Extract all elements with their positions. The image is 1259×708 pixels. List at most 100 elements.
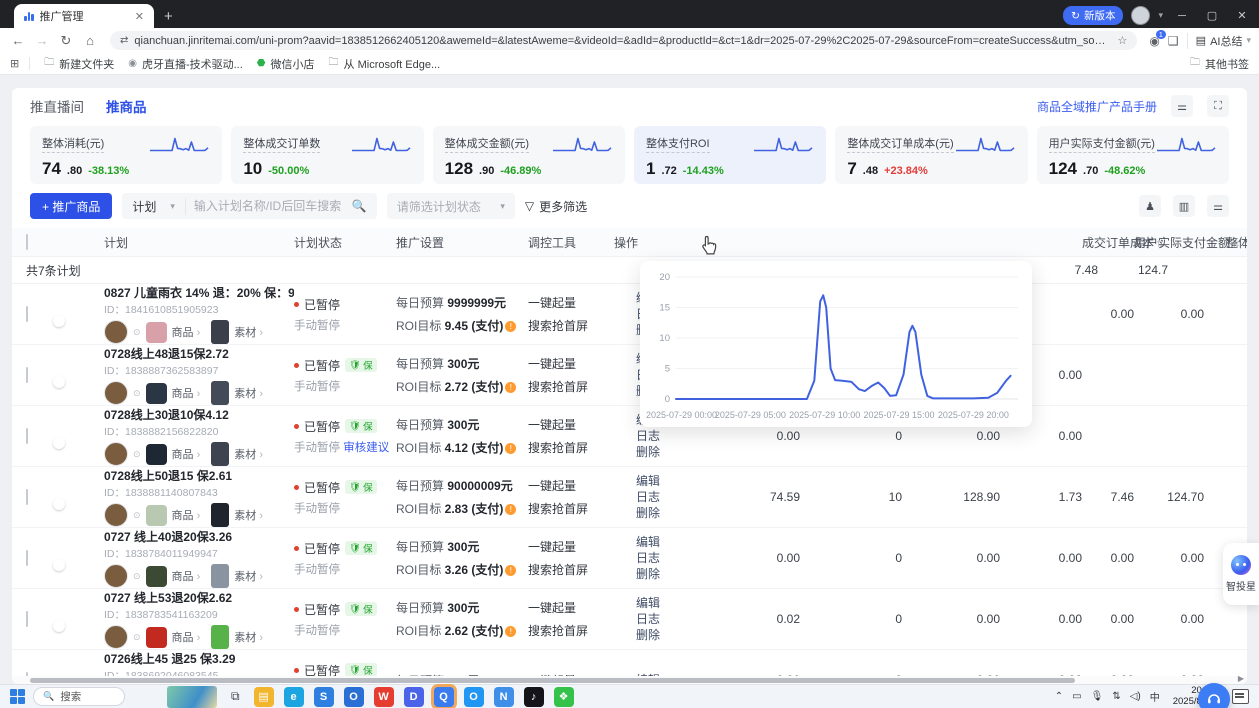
material-link[interactable]: 素材 › bbox=[234, 324, 263, 340]
search-top-screen[interactable]: 搜索抢首屏 bbox=[528, 378, 614, 395]
volume-icon[interactable]: ◁) bbox=[1130, 691, 1141, 702]
material-link[interactable]: 素材 › bbox=[234, 385, 263, 401]
bookmark-item[interactable]: 🗀新建文件夹 bbox=[44, 55, 114, 72]
product-link[interactable]: 商品 › bbox=[172, 385, 201, 401]
bookmark-item[interactable]: 🗀从 Microsoft Edge... bbox=[329, 55, 441, 72]
product-link[interactable]: 商品 › bbox=[172, 568, 201, 584]
back-button[interactable]: ← bbox=[8, 33, 28, 48]
promote-product-button[interactable]: + 推广商品 bbox=[30, 193, 112, 219]
edit-link[interactable]: 编辑 bbox=[614, 595, 660, 611]
search-top-screen[interactable]: 搜索抢首屏 bbox=[528, 500, 614, 517]
edit-link[interactable]: 编辑 bbox=[614, 473, 660, 489]
customer-service-button[interactable] bbox=[1198, 683, 1230, 708]
compass-app-icon[interactable]: O bbox=[464, 687, 484, 707]
tab-product[interactable]: 推商品 bbox=[106, 96, 147, 116]
bookmark-item[interactable]: ◉虎牙直播-技术驱动... bbox=[128, 56, 243, 72]
table-settings-icon[interactable]: ⚌ bbox=[1207, 195, 1229, 217]
network-icon[interactable]: ⇅ bbox=[1112, 691, 1120, 702]
horizontal-scrollbar[interactable]: ▶ bbox=[12, 676, 1247, 684]
home-button[interactable]: ⌂ bbox=[80, 33, 100, 48]
material-link[interactable]: 素材 › bbox=[234, 507, 263, 523]
search-icon[interactable]: 🔍 bbox=[352, 199, 377, 213]
plan-status-select[interactable]: 请筛选计划状态▾ bbox=[387, 193, 515, 219]
header-metric-6[interactable]: 用户实际支付金额⇅ bbox=[1134, 234, 1204, 251]
tab-live-room[interactable]: 推直播间 bbox=[30, 96, 84, 116]
url-bar[interactable]: ⇄ qianchuan.jinritemai.com/uni-prom?aavi… bbox=[110, 31, 1137, 50]
material-link[interactable]: 素材 › bbox=[234, 629, 263, 645]
microsoft-store-icon[interactable]: S bbox=[314, 687, 334, 707]
row-checkbox[interactable] bbox=[26, 489, 28, 505]
log-link[interactable]: 日志 bbox=[614, 550, 660, 566]
one-key-boost[interactable]: 一键起量 bbox=[528, 599, 614, 616]
fullscreen-icon[interactable]: ⛶ bbox=[1207, 95, 1229, 117]
maximize-button[interactable]: ▢ bbox=[1201, 9, 1223, 22]
ai-summary-button[interactable]: ▤AI总结▾ bbox=[1187, 33, 1251, 49]
extensions-puzzle-icon[interactable]: ❑ bbox=[1168, 34, 1179, 48]
touchpad-icon[interactable]: ▭ bbox=[1072, 691, 1081, 702]
browser-avatar[interactable] bbox=[1131, 6, 1150, 25]
edit-link[interactable]: 编辑 bbox=[614, 534, 660, 550]
row-checkbox[interactable] bbox=[26, 306, 28, 322]
search-top-screen[interactable]: 搜索抢首屏 bbox=[528, 439, 614, 456]
row-checkbox[interactable] bbox=[26, 611, 28, 627]
douyin-icon[interactable]: ♪ bbox=[524, 687, 544, 707]
browser-tab[interactable]: 推广管理 ✕ bbox=[14, 4, 154, 28]
assistant-widget[interactable]: 智投星 bbox=[1223, 543, 1259, 605]
log-link[interactable]: 日志 bbox=[614, 489, 660, 505]
forward-button[interactable]: → bbox=[32, 33, 52, 48]
delete-link[interactable]: 删除 bbox=[614, 444, 660, 460]
microphone-icon[interactable]: 🎙 bbox=[1091, 691, 1104, 702]
notification-center-icon[interactable] bbox=[1232, 689, 1249, 704]
outlook-icon[interactable]: O bbox=[344, 687, 364, 707]
ime-indicator[interactable]: 中 bbox=[1150, 689, 1160, 704]
search-top-screen[interactable]: 搜索抢首屏 bbox=[528, 622, 614, 639]
docs-app-icon[interactable]: D bbox=[404, 687, 424, 707]
active-browser-icon[interactable]: Q bbox=[434, 687, 454, 707]
product-link[interactable]: 商品 › bbox=[172, 629, 201, 645]
log-link[interactable]: 日志 bbox=[614, 611, 660, 627]
row-checkbox[interactable] bbox=[26, 428, 28, 444]
row-checkbox[interactable] bbox=[26, 367, 28, 383]
review-suggestion-link[interactable]: 审核建议 bbox=[340, 442, 389, 454]
extension-icon[interactable]: ◉1 bbox=[1149, 34, 1159, 48]
product-manual-link[interactable]: 商品全域推广产品手册 bbox=[1037, 98, 1157, 115]
reload-button[interactable]: ↻ bbox=[56, 33, 76, 49]
notes-app-icon[interactable]: N bbox=[494, 687, 514, 707]
widgets-weather-thumbnail[interactable] bbox=[167, 686, 217, 708]
stat-card-1[interactable]: 整体成交订单数10-50.00% bbox=[231, 126, 423, 184]
bookmark-item[interactable]: ⬣微信小店 bbox=[257, 56, 315, 72]
new-version-button[interactable]: ↻新版本 bbox=[1063, 6, 1123, 25]
product-link[interactable]: 商品 › bbox=[172, 446, 201, 462]
product-link[interactable]: 商品 › bbox=[172, 507, 201, 523]
tray-chevron-icon[interactable]: ⌃ bbox=[1055, 691, 1063, 702]
scrollbar-thumb[interactable] bbox=[30, 678, 1075, 683]
delete-link[interactable]: 删除 bbox=[614, 627, 660, 643]
audience-icon[interactable]: ♟ bbox=[1139, 195, 1161, 217]
minimize-button[interactable]: ─ bbox=[1171, 10, 1193, 22]
material-link[interactable]: 素材 › bbox=[234, 568, 263, 584]
product-link[interactable]: 商品 › bbox=[172, 324, 201, 340]
chevron-down-icon[interactable]: ▾ bbox=[1158, 10, 1163, 21]
start-button[interactable] bbox=[10, 689, 25, 704]
one-key-boost[interactable]: 一键起量 bbox=[528, 355, 614, 372]
header-metric-5[interactable]: 成交订单成本⇅ bbox=[1082, 234, 1134, 251]
delete-link[interactable]: 删除 bbox=[614, 505, 660, 521]
columns-icon[interactable]: ▥ bbox=[1173, 195, 1195, 217]
stat-card-5[interactable]: 用户实际支付金额(元)124.70-48.62% bbox=[1037, 126, 1229, 184]
row-checkbox[interactable] bbox=[26, 550, 28, 566]
taskbar-search[interactable]: 🔍搜索 bbox=[33, 687, 125, 706]
log-link[interactable]: 日志 bbox=[614, 428, 660, 444]
stat-card-0[interactable]: 整体消耗(元)74.80-38.13% bbox=[30, 126, 222, 184]
wps-icon[interactable]: W bbox=[374, 687, 394, 707]
site-info-icon[interactable]: ⇄ bbox=[120, 35, 128, 46]
apps-grid-icon[interactable]: ⊞ bbox=[10, 57, 30, 70]
edge-browser-icon[interactable]: e bbox=[284, 687, 304, 707]
plan-type-select[interactable]: 计划▾ bbox=[122, 198, 186, 215]
more-filters-button[interactable]: ▽更多筛选 bbox=[525, 198, 587, 215]
scroll-right-arrow-icon[interactable]: ▶ bbox=[1238, 674, 1244, 683]
close-button[interactable]: ✕ bbox=[1231, 9, 1253, 22]
bookmark-star-icon[interactable]: ☆ bbox=[1118, 34, 1128, 47]
other-bookmarks[interactable]: 🗀其他书签 bbox=[1190, 55, 1249, 72]
stat-card-2[interactable]: 整体成交金额(元)128.90-46.89% bbox=[433, 126, 625, 184]
one-key-boost[interactable]: 一键起量 bbox=[528, 477, 614, 494]
